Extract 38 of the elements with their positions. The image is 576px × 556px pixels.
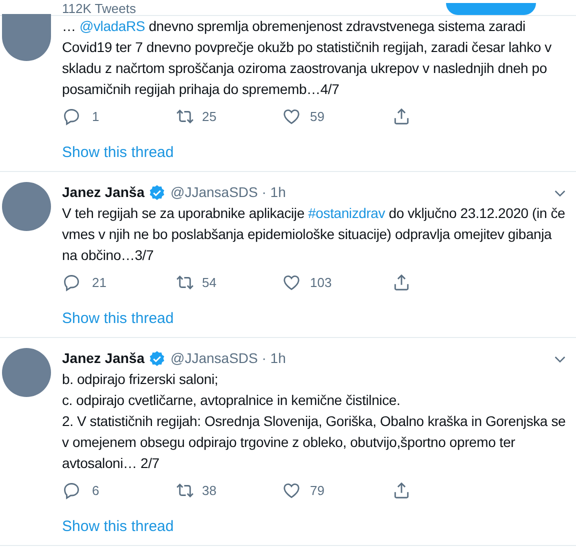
author-name[interactable]: Janez Janša [62, 182, 144, 203]
tweet-text: … @vladaRS dnevno spremlja obremenjenost zdravstvenega sistema zaradi Covid19 ter 7 dnevno povprečje okužb po statističnih regijah, zaradi česar lahko v skladu z načrtom sproščanja oziroma zaostrovanja ukrepov v naslednjih dneh po posamičnih regijah prihaja do sprememb…4/7 [62, 17, 552, 99]
retweet-icon[interactable] [175, 480, 195, 500]
share-icon[interactable] [392, 272, 411, 292]
tweet-link[interactable]: #ostanizdrav [308, 205, 386, 221]
avatar-photo[interactable] [2, 14, 51, 61]
like-count: 103 [310, 274, 332, 292]
retweet-count: 38 [202, 482, 216, 500]
tweet-link[interactable]: @vladaRS [80, 18, 146, 34]
like-count: 79 [310, 482, 324, 500]
author-name[interactable]: Janez Janša [62, 348, 144, 369]
tweet-text: b. odpirajo frizerski saloni; c. odpirajo cvetličarne, avtopralnice in kemične čistilnice. 2. V statističnih regijah: Osrednja Slovenija, Goriška, Obalno kraška in Gorenjska se v omejenem obsegu odpirajo trgovine z obleko, obutvijo,športno opremo ter avtosaloni… 2/7 [62, 370, 567, 473]
reply-icon[interactable] [62, 106, 81, 126]
retweet-icon[interactable] [175, 272, 195, 292]
avatar-photo[interactable] [2, 348, 51, 397]
heart-icon[interactable] [282, 480, 301, 500]
handle-and-time[interactable]: @JJansaSDS · 1h [170, 182, 286, 203]
share-icon[interactable] [392, 480, 411, 500]
retweet-icon[interactable] [175, 106, 195, 126]
handle-and-time[interactable]: @JJansaSDS · 1h [170, 348, 286, 369]
share-icon[interactable] [392, 106, 411, 126]
retweet-count: 25 [202, 108, 216, 126]
show-thread-link[interactable]: Show this thread [62, 518, 174, 535]
avatar-photo[interactable] [2, 182, 51, 231]
retweet-count: 54 [202, 274, 216, 292]
reply-icon[interactable] [62, 272, 81, 292]
tweet-count: 112K Tweets [62, 2, 136, 15]
follow-button[interactable] [446, 3, 536, 15]
heart-icon[interactable] [282, 106, 301, 126]
reply-count: 21 [92, 274, 106, 292]
show-thread-link[interactable]: Show this thread [62, 144, 174, 161]
reply-count: 6 [92, 482, 100, 500]
reply-icon[interactable] [62, 480, 81, 500]
reply-count: 1 [92, 108, 100, 126]
tweet-text: V teh regijah se za uporabnike aplikacije #ostanizdrav do vključno 23.12.2020 (in če vmes v njih ne bo poslabšanja epidemiološke situacije) odpravlja omejitev gibanja na občino…3/7 [62, 204, 566, 265]
heart-icon[interactable] [282, 272, 301, 292]
like-count: 59 [310, 108, 324, 126]
show-thread-link[interactable]: Show this thread [62, 310, 174, 327]
